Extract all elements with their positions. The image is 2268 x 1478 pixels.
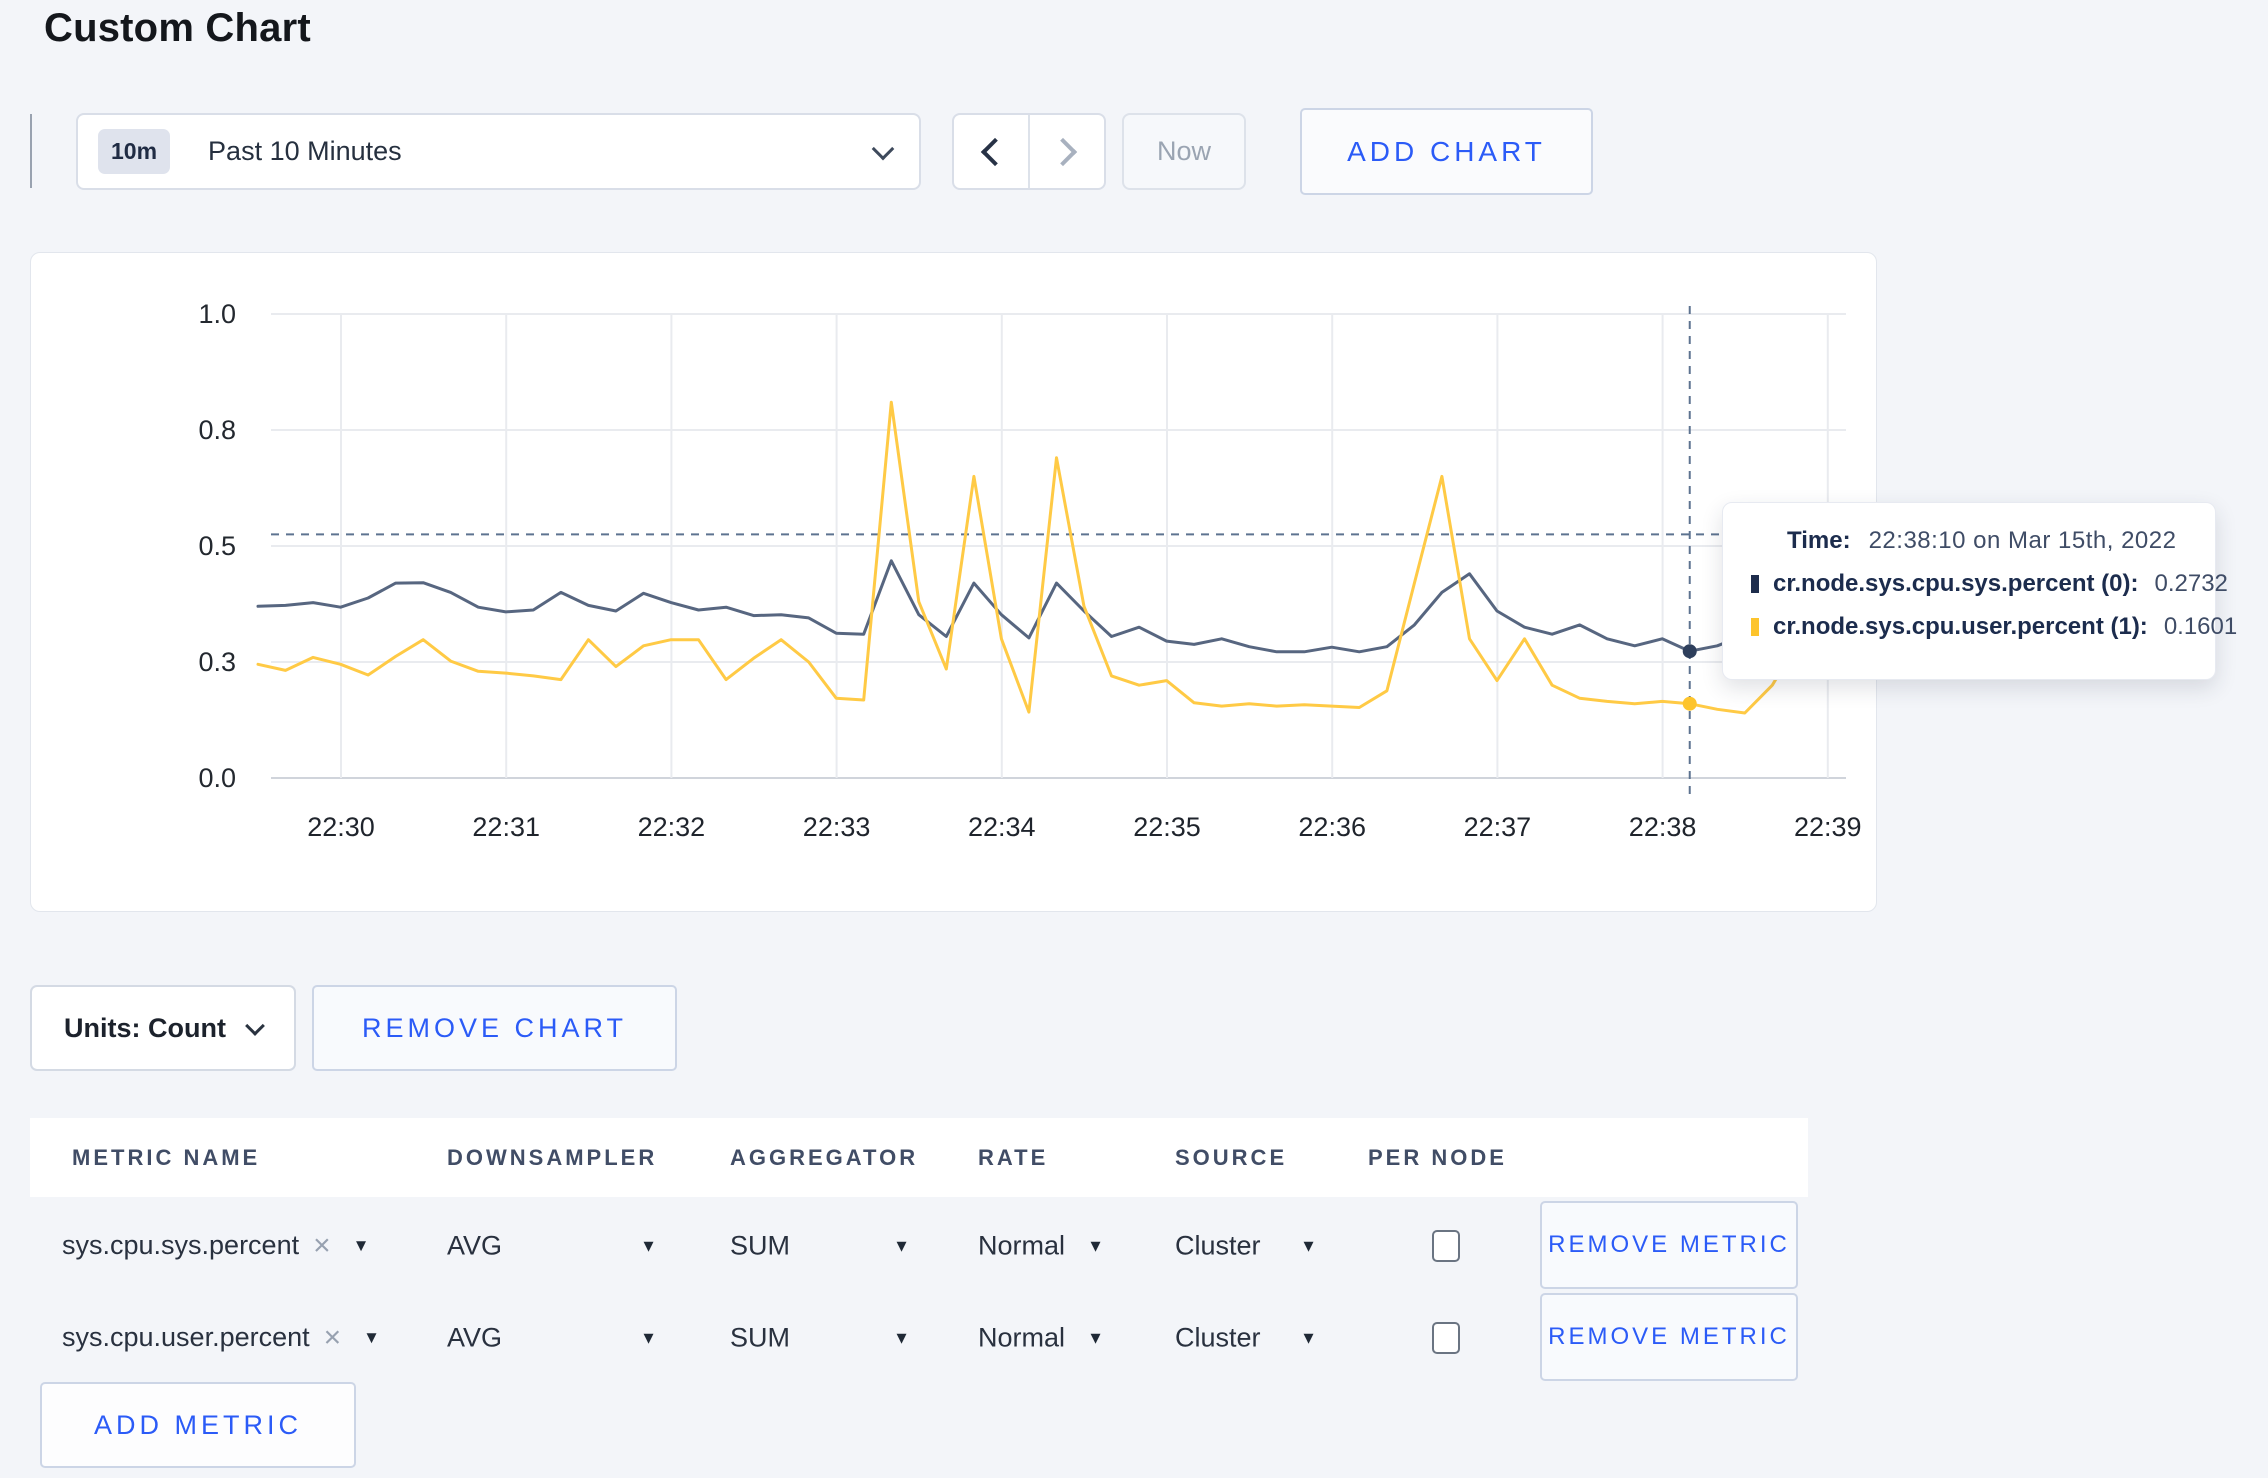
chevron-right-icon (1048, 137, 1078, 166)
caret-down-icon: ▼ (1300, 1328, 1317, 1347)
units-select-label: Units: Count (64, 1012, 226, 1043)
aggregator-select[interactable]: SUM ▼ (730, 1322, 910, 1353)
tooltip-metric-value: 0.2732 (2154, 570, 2228, 597)
tooltip-time-value: 22:38:10 on Mar 15th, 2022 (1868, 527, 2177, 554)
tooltip-metric-name: cr.node.sys.cpu.user.percent (1): (1773, 613, 2148, 640)
next-interval-button[interactable] (1030, 115, 1104, 188)
metric-row: sys.cpu.sys.percent × ▼ AVG ▼ SUM ▼ Norm… (30, 1199, 1808, 1292)
caret-down-icon: ▼ (893, 1236, 910, 1255)
chevron-left-icon (980, 137, 1010, 166)
caret-down-icon: ▼ (893, 1328, 910, 1347)
source-select[interactable]: Cluster ▼ (1175, 1230, 1317, 1261)
col-header-metric-name: METRIC NAME (72, 1144, 261, 1170)
toolbar-divider (30, 114, 32, 188)
timeseries-chart[interactable]: 1.0 0.8 0.5 0.3 0.0 22:30 22:31 22:32 22:33 22:34… (31, 253, 1876, 911)
caret-down-icon: ▼ (640, 1328, 657, 1347)
downsampler-value: AVG (447, 1322, 503, 1352)
rate-value: Normal (978, 1322, 1066, 1352)
caret-down-icon: ▼ (1300, 1236, 1317, 1255)
add-metric-button[interactable]: ADD METRIC (40, 1382, 356, 1468)
svg-text:0.0: 0.0 (198, 763, 236, 793)
aggregator-value: SUM (730, 1322, 790, 1352)
time-window-badge: 10m (98, 129, 171, 174)
svg-text:22:36: 22:36 (1298, 812, 1366, 842)
per-node-checkbox[interactable] (1432, 1321, 1460, 1354)
rate-select[interactable]: Normal ▼ (978, 1230, 1104, 1261)
chart-tooltip: Time: 22:38:10 on Mar 15th, 2022 cr.node… (1722, 502, 2237, 680)
caret-down-icon: ▼ (352, 1236, 370, 1255)
downsampler-value: AVG (447, 1230, 503, 1260)
caret-down-icon: ▼ (363, 1328, 380, 1347)
aggregator-select[interactable]: SUM ▼ (730, 1230, 910, 1261)
metrics-table-header: METRIC NAME DOWNSAMPLER AGGREGATOR RATE … (30, 1118, 1808, 1197)
custom-chart-page: Custom Chart 10m Past 10 Minutes Now ADD… (0, 0, 2268, 1478)
svg-text:22:30: 22:30 (307, 812, 375, 842)
prev-interval-button[interactable] (954, 115, 1030, 188)
svg-text:1.0: 1.0 (198, 299, 236, 329)
svg-text:0.5: 0.5 (198, 531, 236, 561)
aggregator-value: SUM (730, 1230, 790, 1260)
caret-down-icon: ▼ (1087, 1328, 1104, 1347)
svg-text:0.3: 0.3 (198, 647, 236, 677)
col-header-downsampler: DOWNSAMPLER (447, 1144, 658, 1170)
metric-name-select[interactable]: sys.cpu.sys.percent × ▼ (62, 1229, 369, 1263)
page-title: Custom Chart (44, 6, 311, 50)
time-pager (952, 113, 1106, 190)
svg-text:22:34: 22:34 (968, 812, 1036, 842)
source-value: Cluster (1175, 1322, 1261, 1352)
caret-down-icon: ▼ (1087, 1236, 1104, 1255)
clear-icon[interactable]: × (313, 1229, 331, 1263)
svg-text:22:39: 22:39 (1794, 812, 1862, 842)
downsampler-select[interactable]: AVG ▼ (447, 1322, 657, 1353)
remove-metric-button[interactable]: REMOVE METRIC (1540, 1201, 1798, 1289)
svg-text:22:35: 22:35 (1133, 812, 1201, 842)
add-chart-button[interactable]: ADD CHART (1300, 108, 1593, 195)
series-swatch-icon (1751, 575, 1759, 593)
rate-value: Normal (978, 1230, 1066, 1260)
remove-metric-button[interactable]: REMOVE METRIC (1540, 1293, 1798, 1381)
remove-chart-button[interactable]: REMOVE CHART (312, 985, 677, 1071)
metric-name-value: sys.cpu.sys.percent (62, 1230, 300, 1260)
chevron-down-icon (245, 1016, 265, 1036)
svg-text:0.8: 0.8 (198, 415, 236, 445)
downsampler-select[interactable]: AVG ▼ (447, 1230, 657, 1261)
per-node-checkbox[interactable] (1432, 1229, 1460, 1262)
svg-text:22:32: 22:32 (638, 812, 706, 842)
source-value: Cluster (1175, 1230, 1261, 1260)
rate-select[interactable]: Normal ▼ (978, 1322, 1104, 1353)
svg-text:22:33: 22:33 (803, 812, 871, 842)
time-window-label: Past 10 Minutes (208, 136, 402, 166)
chevron-down-icon (871, 137, 895, 160)
chart-card: 1.0 0.8 0.5 0.3 0.0 22:30 22:31 22:32 22:33 22:34… (30, 252, 1877, 912)
svg-text:22:37: 22:37 (1464, 812, 1532, 842)
col-header-rate: RATE (978, 1144, 1049, 1170)
clear-icon[interactable]: × (324, 1321, 342, 1355)
now-button[interactable]: Now (1122, 113, 1246, 190)
metric-row: sys.cpu.user.percent × ▼ AVG ▼ SUM ▼ Nor… (30, 1291, 1808, 1384)
series-swatch-icon (1751, 618, 1759, 636)
source-select[interactable]: Cluster ▼ (1175, 1322, 1317, 1353)
col-header-aggregator: AGGREGATOR (730, 1144, 919, 1170)
svg-text:22:38: 22:38 (1629, 812, 1697, 842)
tooltip-time-label: Time: (1787, 527, 1851, 554)
col-header-per-node: PER NODE (1368, 1144, 1507, 1170)
tooltip-metric-name: cr.node.sys.cpu.sys.percent (0): (1773, 570, 2139, 597)
caret-down-icon: ▼ (640, 1236, 657, 1255)
tooltip-metric-value: 0.1601 (2163, 613, 2238, 640)
units-select[interactable]: Units: Count (30, 985, 296, 1071)
metric-name-value: sys.cpu.user.percent (62, 1322, 310, 1352)
metric-name-select[interactable]: sys.cpu.user.percent × ▼ (62, 1321, 380, 1355)
col-header-source: SOURCE (1175, 1144, 1288, 1170)
svg-text:22:31: 22:31 (472, 812, 540, 842)
time-window-select[interactable]: 10m Past 10 Minutes (76, 113, 921, 190)
